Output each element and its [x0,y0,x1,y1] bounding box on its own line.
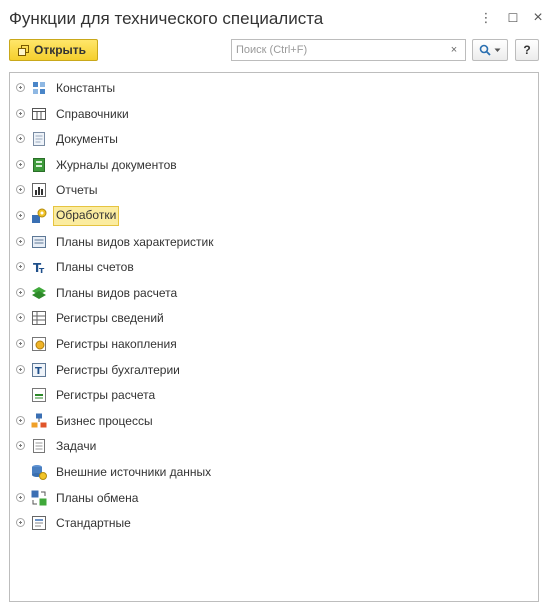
tree-node-label: Регистры накопления [56,337,177,351]
clear-icon: × [450,44,458,56]
title-bar: Функции для технического специалиста ⋮ ☐… [0,0,555,36]
tree-node-label: Планы обмена [56,490,139,505]
expand-icon[interactable] [16,211,25,220]
tree-node-label: Отчеты [56,183,98,198]
tree-node-label: Журналы документов [56,157,177,172]
open-button-label: Открыть [34,43,87,57]
search-icon [479,44,491,56]
tree-node-label: Бизнес процессы [56,413,153,428]
tree-node[interactable]: Константы [10,78,530,98]
tree-node[interactable]: Справочники [10,104,530,124]
expand-icon[interactable] [16,108,25,118]
document-journals-icon [31,157,47,173]
tree-node-label: Документы [56,132,118,147]
catalogs-icon [31,106,47,122]
toolbar: Открыть × ? [0,36,555,66]
open-button[interactable]: Открыть [9,39,98,61]
tree-node-label: Задачи [56,439,97,454]
tree-node[interactable]: Отчеты [10,180,530,200]
expand-icon[interactable] [16,415,25,425]
tree-node[interactable]: Т Регистры бухгалтерии [10,360,530,380]
accumulation-registers-icon [31,336,47,352]
tree-node-label: Планы видов характеристик [56,234,214,249]
chart-of-calculation-types-icon [31,285,47,301]
close-icon: × [533,9,543,26]
tree-node[interactable]: Регистры накопления [10,334,530,354]
tree-node-label: Обработки [53,206,120,226]
expand-icon[interactable] [16,159,25,169]
svg-text:Т: Т [35,366,42,377]
expand-icon[interactable] [16,518,25,528]
tree-node-label: Регистры расчета [56,388,156,403]
chart-of-characteristic-types-icon [31,234,47,250]
metadata-tree: Константы Справочники Документы Журналы док… [9,72,539,602]
tree-node-label: Регистры сведений [56,311,164,326]
more-actions-button[interactable]: ⋮ [476,8,496,28]
expand-icon[interactable] [16,492,25,502]
expand-icon[interactable] [16,339,25,348]
tree-node[interactable]: Документы [10,129,530,149]
expand-icon[interactable] [16,185,25,195]
search-input[interactable] [232,40,442,60]
tree-node[interactable]: Бизнес процессы [10,411,530,431]
information-registers-icon [31,310,47,326]
tree-node[interactable]: Тт Планы счетов [10,257,530,277]
tree-node[interactable]: Стандартные [10,513,530,533]
exchange-plans-icon [31,490,47,506]
more-icon: ⋮ [479,10,493,25]
maximize-button[interactable]: ☐ [503,8,523,28]
search-clear-button[interactable]: × [443,40,465,60]
tree-node[interactable]: Регистры расчета [10,385,530,405]
expand-icon[interactable] [16,134,25,144]
reports-icon [31,182,47,198]
search-button[interactable] [472,39,508,61]
help-icon: ? [523,43,531,57]
svg-text:т: т [39,266,45,274]
tree-node[interactable]: Обработки [10,206,530,226]
expand-icon[interactable] [16,364,25,374]
expand-icon[interactable] [16,313,25,323]
tree-node[interactable]: Задачи [10,436,530,456]
expand-icon[interactable] [16,83,25,92]
help-button[interactable]: ? [515,39,539,61]
external-data-sources-icon [31,464,47,480]
tree-node[interactable]: Журналы документов [10,155,530,175]
tree-node[interactable]: Планы видов характеристик [10,232,530,252]
tree-node-label: Константы [56,81,116,95]
open-icon [18,44,29,56]
calculation-registers-icon [31,387,47,403]
tasks-icon [31,438,47,454]
tree-node-label: Планы счетов [56,260,134,275]
tree-node[interactable]: Планы обмена [10,488,530,508]
tree-node-label: Регистры бухгалтерии [56,362,180,377]
tree-node[interactable]: Внешние источники данных [10,462,530,482]
constants-icon [31,80,47,96]
close-button[interactable]: × [528,8,548,28]
data-processors-icon [31,208,47,224]
chevron-down-icon [494,48,501,53]
tree-node[interactable]: Планы видов расчета [10,283,530,303]
tree-node-label: Внешние источники данных [56,465,212,479]
maximize-icon: ☐ [507,11,519,25]
business-processes-icon [31,413,47,429]
documents-icon [31,131,47,147]
expand-icon[interactable] [16,236,25,246]
tree-node-label: Справочники [56,106,129,121]
accounting-registers-icon: Т [31,362,47,378]
chart-of-accounts-icon: Тт [31,259,47,275]
expand-icon[interactable] [16,441,25,451]
window-title: Функции для технического специалиста [9,9,324,28]
standard-icon [31,515,47,531]
search-box: × [231,39,466,61]
tree-node-label: Стандартные [56,516,131,531]
expand-icon[interactable] [16,262,25,272]
expand-icon[interactable] [16,287,25,297]
tree-node[interactable]: Регистры сведений [10,308,530,328]
tree-node-label: Планы видов расчета [56,285,178,300]
